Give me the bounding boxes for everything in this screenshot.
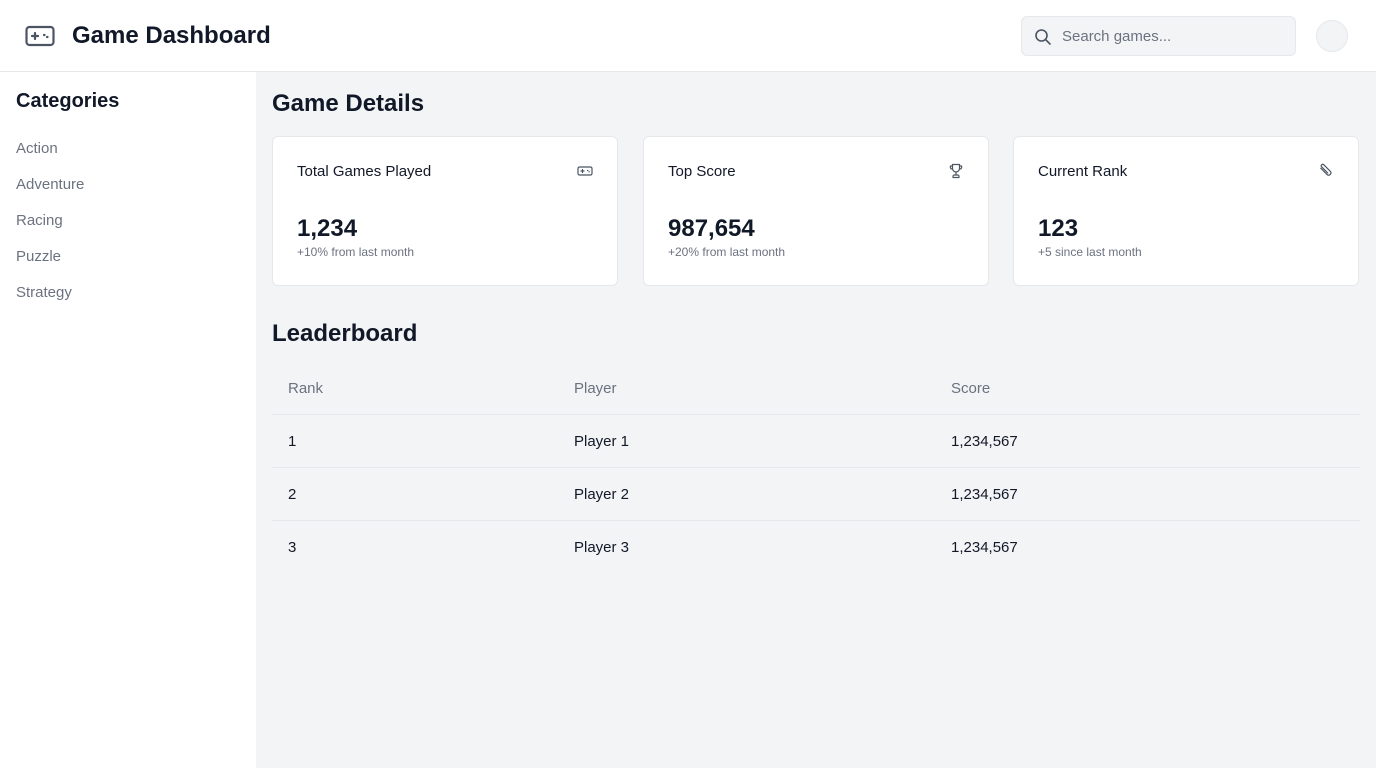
- card-title: Total Games Played: [297, 163, 432, 180]
- sidebar-title: Categories: [16, 90, 120, 112]
- column-header-rank: Rank: [288, 380, 324, 397]
- app-header: Game Dashboard: [0, 0, 1376, 72]
- card-subtext: +20% from last month: [668, 245, 786, 259]
- score-cell: 1,234,567: [951, 433, 1018, 450]
- leaderboard-title: Leaderboard: [272, 320, 418, 347]
- player-cell: Player 1: [574, 433, 630, 450]
- score-cell: 1,234,567: [951, 539, 1018, 556]
- category-list: Action Adventure Racing Puzzle Strategy: [16, 140, 84, 320]
- player-cell: Player 2: [574, 486, 630, 503]
- gamepad-icon: [577, 163, 593, 179]
- card-value: 123: [1038, 215, 1079, 242]
- main-content: Game Details Total Games Played 1,234 +1…: [256, 72, 1376, 768]
- player-cell: Player 3: [574, 539, 630, 556]
- sidebar-item-strategy[interactable]: Strategy: [16, 284, 84, 320]
- rank-cell: 1: [288, 433, 297, 450]
- search-box[interactable]: [1021, 16, 1296, 56]
- game-details-title: Game Details: [272, 90, 425, 117]
- card-value: 987,654: [668, 215, 755, 242]
- table-row: 1 Player 1 1,234,567: [272, 415, 1360, 468]
- card-subtext: +10% from last month: [297, 245, 415, 259]
- avatar[interactable]: [1316, 20, 1348, 52]
- rank-cell: 2: [288, 486, 297, 503]
- card-title: Top Score: [668, 163, 736, 180]
- card-title: Current Rank: [1038, 163, 1128, 180]
- gamepad-icon: [24, 22, 56, 50]
- trophy-icon: [948, 163, 964, 179]
- sidebar: Categories Action Adventure Racing Puzzl…: [0, 72, 256, 768]
- card-value: 1,234: [297, 215, 358, 242]
- sidebar-item-racing[interactable]: Racing: [16, 212, 84, 248]
- sidebar-item-adventure[interactable]: Adventure: [16, 176, 84, 212]
- stat-card-total-games: Total Games Played 1,234 +10% from last …: [272, 136, 618, 286]
- app-title: Game Dashboard: [72, 22, 271, 49]
- search-icon: [1034, 28, 1052, 46]
- column-header-score: Score: [951, 380, 991, 397]
- leaderboard-table: Rank Player Score 1 Player 1 1,234,567 2…: [272, 362, 1360, 574]
- sidebar-item-puzzle[interactable]: Puzzle: [16, 248, 84, 284]
- column-header-player: Player: [574, 380, 617, 397]
- stat-card-current-rank: Current Rank 123 +5 since last month: [1013, 136, 1359, 286]
- paperclip-icon: [1318, 163, 1334, 179]
- score-cell: 1,234,567: [951, 486, 1018, 503]
- sidebar-item-action[interactable]: Action: [16, 140, 84, 176]
- table-header-row: Rank Player Score: [272, 362, 1360, 415]
- rank-cell: 3: [288, 539, 297, 556]
- search-input[interactable]: [1062, 17, 1292, 55]
- table-row: 3 Player 3 1,234,567: [272, 521, 1360, 574]
- table-row: 2 Player 2 1,234,567: [272, 468, 1360, 521]
- card-subtext: +5 since last month: [1038, 245, 1142, 259]
- stat-card-top-score: Top Score 987,654 +20% from last month: [643, 136, 989, 286]
